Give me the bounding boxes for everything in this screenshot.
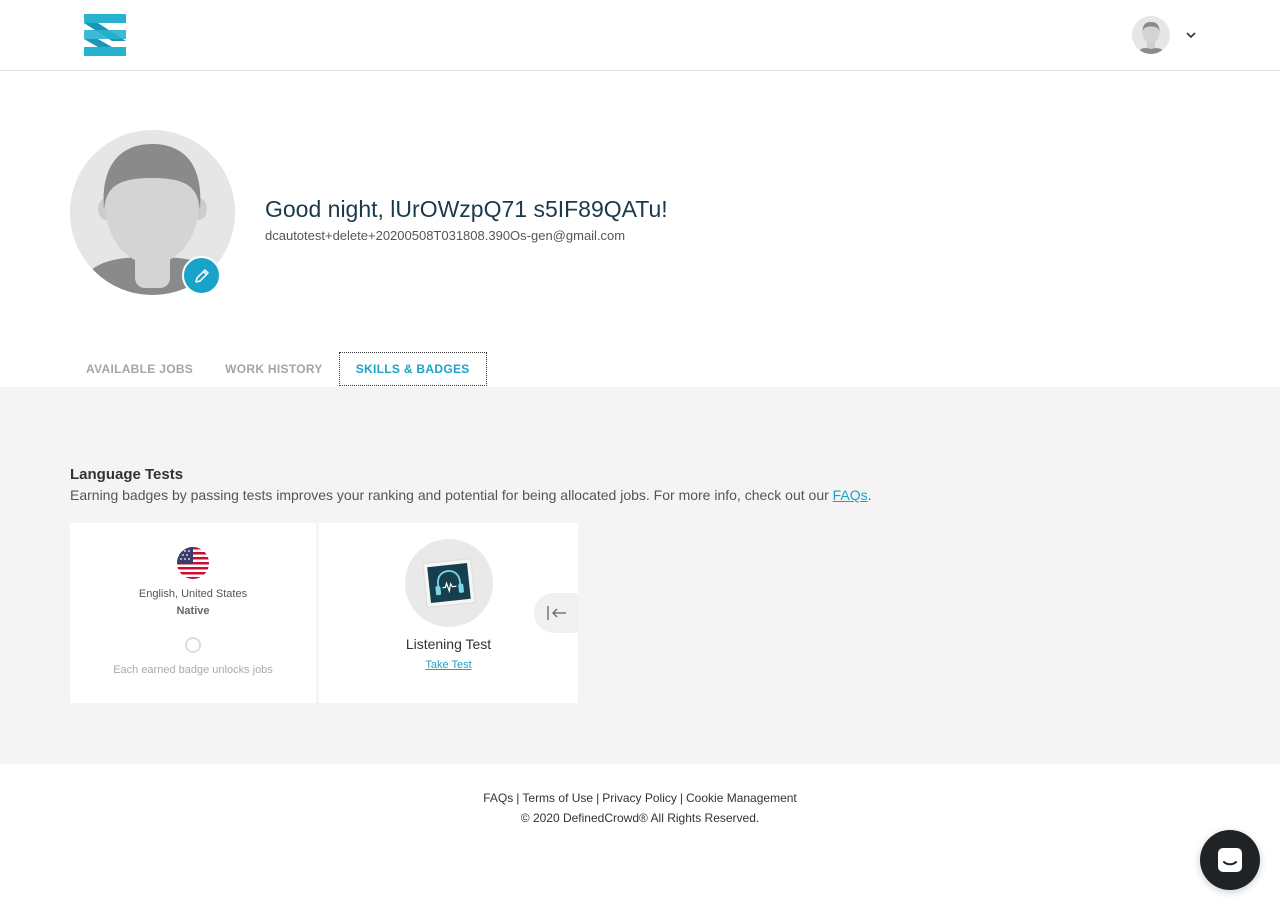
- tab-work-history[interactable]: WORK HISTORY: [209, 352, 339, 386]
- us-flag-icon: [177, 547, 209, 579]
- collapse-left-icon: [547, 606, 566, 620]
- badge-placeholder-icon: [185, 637, 201, 653]
- chat-icon: [1218, 848, 1242, 872]
- skills-badges-panel: Language Tests Earning badges by passing…: [0, 387, 1280, 764]
- chevron-down-icon[interactable]: [1184, 28, 1198, 42]
- faqs-link[interactable]: FAQs: [833, 487, 868, 503]
- copyright: © 2020 DefinedCrowd® All Rights Reserved…: [520, 811, 760, 825]
- footer-link-cookies[interactable]: Cookie Management: [686, 791, 797, 805]
- badge-note: Each earned badge unlocks jobs: [113, 664, 273, 676]
- greeting-title: Good night, lUrOWzpQ71 s5IF89QATu!: [265, 196, 668, 222]
- collapse-panel-button[interactable]: [534, 593, 578, 633]
- footer-separator: |: [596, 791, 600, 805]
- chat-button[interactable]: [1200, 830, 1260, 890]
- footer-separator: |: [516, 791, 520, 805]
- language-level: Native: [176, 605, 210, 617]
- listening-test-card: Listening Test Take Test: [319, 523, 578, 703]
- take-test-link[interactable]: Take Test: [319, 659, 578, 671]
- definedcrowd-logo-icon[interactable]: [84, 14, 126, 56]
- footer-link-terms[interactable]: Terms of Use: [522, 791, 593, 805]
- tab-skills-badges[interactable]: SKILLS & BADGES: [338, 352, 487, 386]
- footer-links: FAQs | Terms of Use | Privacy Policy | Cookie …: [0, 791, 1280, 805]
- section-description-end: .: [867, 487, 872, 503]
- tab-available-jobs[interactable]: AVAILABLE JOBS: [70, 352, 209, 386]
- headphones-icon: [405, 539, 493, 627]
- language-card: English, United States Native Each earne…: [70, 523, 316, 703]
- footer-link-privacy[interactable]: Privacy Policy: [602, 791, 677, 805]
- edit-profile-button[interactable]: [182, 256, 221, 295]
- section-description: Earning badges by passing tests improves…: [70, 487, 872, 503]
- footer-link-faqs[interactable]: FAQs: [483, 791, 513, 805]
- section-description-text: Earning badges by passing tests improves…: [70, 487, 833, 503]
- user-avatar-icon[interactable]: [1132, 16, 1170, 54]
- footer-separator: |: [679, 791, 684, 805]
- pencil-icon: [194, 268, 209, 283]
- user-email: dcautotest+delete+20200508T031808.390Os-…: [265, 228, 626, 243]
- profile-tabs: AVAILABLE JOBS WORK HISTORY SKILLS & BAD…: [70, 352, 487, 386]
- language-name: English, United States: [138, 588, 248, 600]
- top-header: [0, 0, 1280, 71]
- test-name: Listening Test: [405, 636, 492, 652]
- user-menu[interactable]: [1132, 16, 1198, 54]
- section-title: Language Tests: [70, 466, 184, 483]
